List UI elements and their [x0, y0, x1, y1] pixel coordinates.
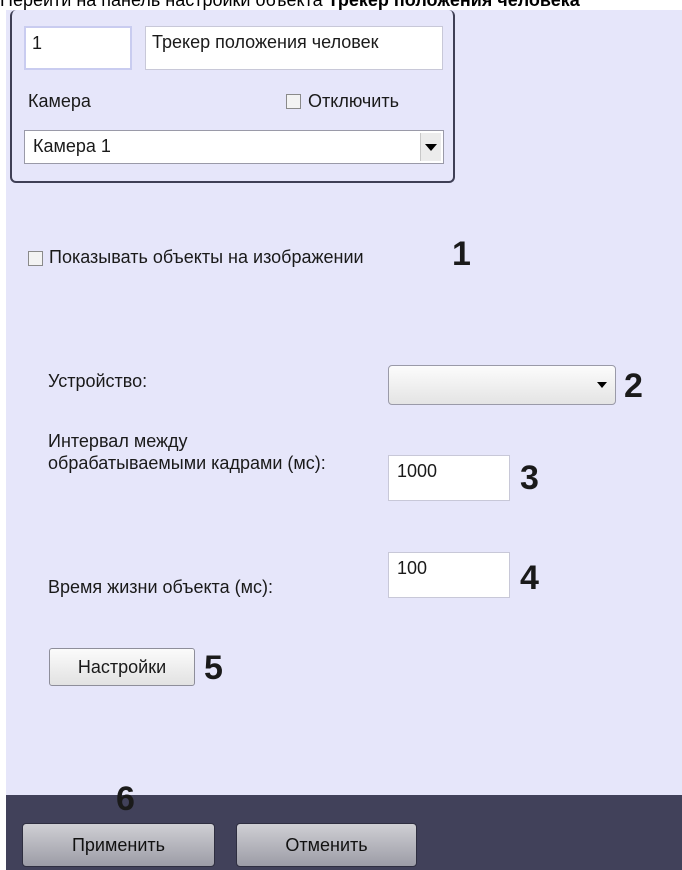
footer-bar: 6 Применить Отменить — [6, 781, 682, 870]
marker-3: 3 — [520, 459, 539, 497]
camera-group: 1 Трекер положения человек Камера Отключ… — [10, 10, 455, 183]
chevron-down-icon — [597, 382, 607, 388]
marker-1: 1 — [452, 235, 471, 273]
marker-5: 5 — [204, 649, 223, 687]
camera-label: Камера — [28, 91, 91, 111]
disable-checkbox[interactable] — [286, 94, 301, 109]
lifetime-label: Время жизни объекта (мс): — [48, 577, 273, 597]
camera-select-value: Камера 1 — [33, 136, 111, 156]
chevron-down-icon[interactable] — [420, 133, 441, 161]
object-id-field[interactable]: 1 — [24, 26, 132, 70]
marker-2: 2 — [624, 367, 643, 405]
cancel-button[interactable]: Отменить — [236, 823, 417, 867]
camera-select[interactable]: Камера 1 — [24, 130, 444, 164]
device-select[interactable] — [388, 365, 616, 405]
interval-input[interactable]: 1000 — [388, 455, 510, 501]
caption-prefix: Перейти на панель настройки объекта — [0, 0, 328, 10]
show-objects-label: Показывать объекты на изображении — [49, 247, 364, 267]
object-name-field[interactable]: Трекер положения человек — [145, 26, 443, 70]
marker-6: 6 — [116, 780, 135, 818]
device-label: Устройство: — [48, 371, 148, 391]
disable-label: Отключить — [308, 91, 399, 111]
caption-object-name: Трекер положения человека — [327, 0, 580, 10]
lifetime-input[interactable]: 100 — [388, 552, 510, 598]
settings-button[interactable]: Настройки — [49, 648, 195, 686]
marker-4: 4 — [520, 559, 539, 597]
settings-panel: 1 Трекер положения человек Камера Отключ… — [6, 10, 682, 870]
interval-label: Интервал между обрабатываемыми кадрами (… — [48, 431, 326, 473]
show-objects-checkbox[interactable] — [28, 251, 43, 266]
page-caption: Перейти на панель настройки объекта Трек… — [0, 0, 682, 10]
apply-button[interactable]: Применить — [22, 823, 215, 867]
